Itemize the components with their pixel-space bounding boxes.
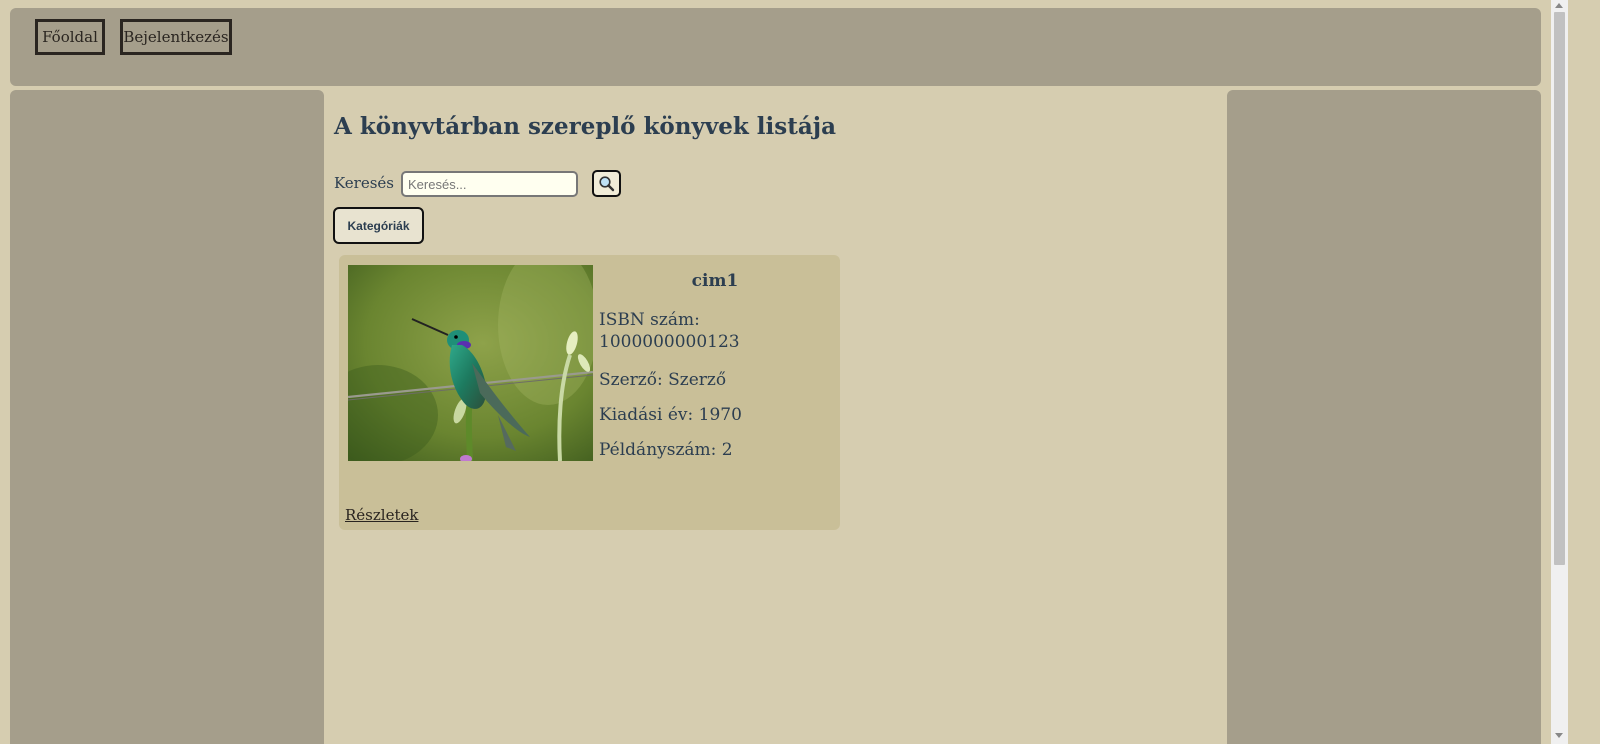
- book-title: cim1: [691, 271, 739, 291]
- page-title: A könyvtárban szereplő könyvek listája: [334, 113, 836, 140]
- search-label: Keresés: [334, 174, 394, 192]
- nav-login-button[interactable]: Bejelentkezés: [120, 19, 232, 55]
- book-copies: Példányszám: 2: [599, 440, 733, 460]
- search-input[interactable]: [401, 171, 578, 197]
- right-sidebar: [1227, 90, 1541, 744]
- categories-button[interactable]: Kategóriák: [333, 207, 424, 244]
- hummingbird-photo: [348, 265, 593, 461]
- scroll-thumb[interactable]: [1554, 12, 1565, 565]
- nav-home-button[interactable]: Főoldal: [35, 19, 105, 55]
- scroll-down-arrow-icon[interactable]: [1555, 733, 1563, 738]
- book-isbn-value: 1000000000123: [599, 332, 740, 352]
- book-isbn-label: ISBN szám:: [599, 310, 700, 330]
- book-card: cim1 ISBN szám: 1000000000123 Szerző: Sz…: [339, 255, 840, 530]
- search-button[interactable]: [592, 170, 621, 197]
- scroll-up-arrow-icon[interactable]: [1555, 3, 1563, 8]
- book-year: Kiadási év: 1970: [599, 405, 742, 425]
- details-link[interactable]: Részletek: [345, 506, 418, 524]
- header-bar: Főoldal Bejelentkezés: [10, 8, 1541, 86]
- book-author: Szerző: Szerző: [599, 370, 727, 390]
- left-sidebar: [10, 90, 324, 744]
- scrollbar[interactable]: [1551, 0, 1568, 744]
- magnifier-icon: [599, 176, 615, 192]
- book-isbn: ISBN szám: 1000000000123: [599, 309, 740, 353]
- book-cover-image: [348, 265, 593, 461]
